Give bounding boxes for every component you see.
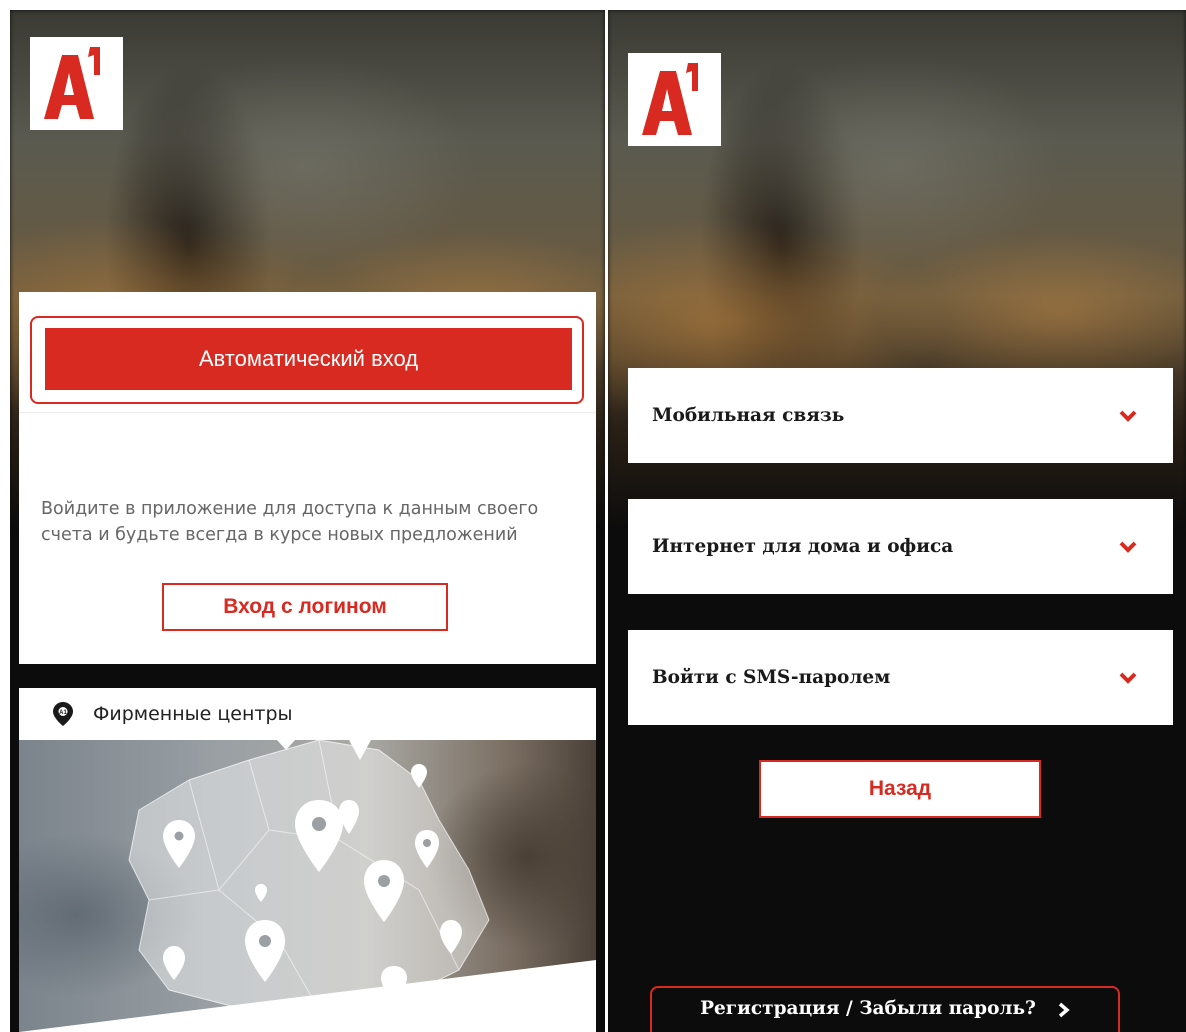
brand-centers-card[interactable]: A1 Фирменные центры xyxy=(19,688,596,1032)
chevron-down-icon[interactable] xyxy=(1119,541,1137,553)
login-with-username-button[interactable]: Вход с логином xyxy=(162,583,448,631)
login-screen: Автоматический вход Войдите в приложение… xyxy=(10,10,605,1032)
auth-options-screen: Мобильная связь Интернет для дома и офис… xyxy=(608,10,1186,1032)
a1-logo-icon xyxy=(642,63,698,135)
a1-logo xyxy=(30,37,123,130)
card-divider xyxy=(19,412,596,413)
chevron-down-icon[interactable] xyxy=(1119,672,1137,684)
accordion-label: Мобильная связь xyxy=(652,405,845,426)
accordion-label: Войти с SMS-паролем xyxy=(652,667,891,688)
location-pin-icon: A1 xyxy=(53,702,73,726)
register-label: Регистрация / Забыли пароль? xyxy=(700,998,1036,1019)
accordion-mobile[interactable]: Мобильная связь xyxy=(628,368,1173,463)
auto-login-highlight: Автоматический вход xyxy=(30,316,584,404)
auto-login-button[interactable]: Автоматический вход xyxy=(45,328,572,390)
a1-logo-icon xyxy=(44,47,100,119)
brand-centers-map[interactable] xyxy=(19,740,596,1032)
accordion-sms-login[interactable]: Войти с SMS-паролем xyxy=(628,630,1173,725)
accordion-home-internet[interactable]: Интернет для дома и офиса xyxy=(628,499,1173,594)
svg-text:A1: A1 xyxy=(59,710,67,716)
brand-centers-header[interactable]: A1 Фирменные центры xyxy=(19,688,596,740)
brand-centers-title: Фирменные центры xyxy=(93,703,293,725)
accordion-label: Интернет для дома и офиса xyxy=(652,536,954,557)
chevron-down-icon[interactable] xyxy=(1119,410,1137,422)
register-forgot-password-button[interactable]: Регистрация / Забыли пароль? xyxy=(650,986,1120,1032)
login-card: Автоматический вход Войдите в приложение… xyxy=(19,292,596,664)
back-button[interactable]: Назад xyxy=(759,760,1041,818)
login-description: Войдите в приложение для доступа к данны… xyxy=(41,499,539,545)
chevron-right-icon xyxy=(1058,1002,1070,1018)
a1-logo xyxy=(628,53,721,146)
map-illustration xyxy=(19,740,596,1032)
